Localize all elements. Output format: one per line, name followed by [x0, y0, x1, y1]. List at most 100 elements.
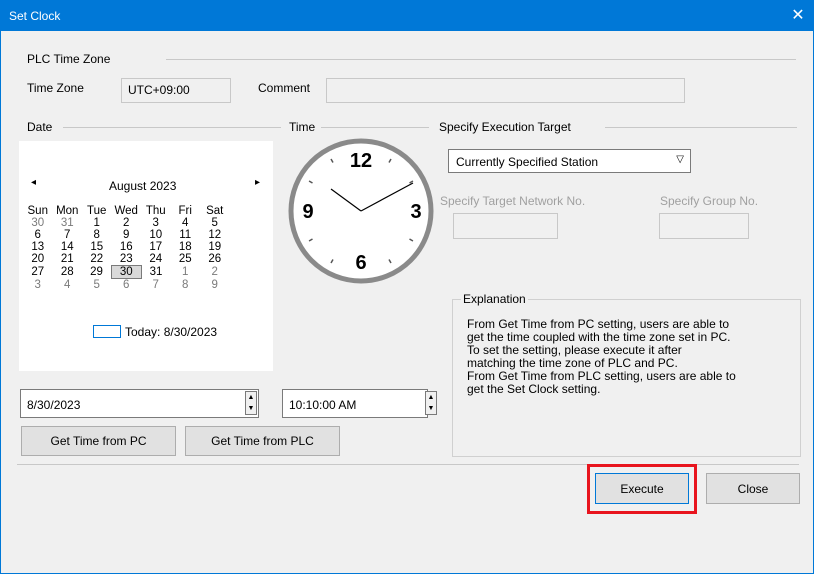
window-title: Set Clock: [9, 9, 61, 23]
spin-down-icon[interactable]: ▼: [426, 403, 436, 414]
calendar-day[interactable]: 13: [23, 241, 53, 253]
calendar-day[interactable]: 19: [200, 241, 230, 253]
explanation-line: get the Set Clock setting.: [467, 382, 601, 396]
weekday-header: Fri: [178, 205, 192, 217]
calendar-day[interactable]: 23: [112, 253, 142, 266]
calendar-day[interactable]: 27: [23, 266, 53, 279]
get-time-from-plc-button[interactable]: Get Time from PLC: [185, 426, 340, 456]
calendar-day[interactable]: 4: [53, 279, 83, 292]
weekday-header: Tue: [87, 205, 107, 217]
clock-number-3: 3: [410, 201, 421, 223]
calendar-day[interactable]: 17: [141, 241, 171, 253]
calendar-day[interactable]: 12: [200, 229, 230, 241]
calendar-day[interactable]: 5: [200, 217, 230, 229]
calendar-day[interactable]: 29: [82, 266, 112, 279]
analog-clock: 12 3 6 9: [288, 138, 434, 284]
weekday-header: Sat: [206, 205, 224, 217]
time-zone-label: Time Zone: [27, 81, 84, 95]
calendar-day[interactable]: 22: [82, 253, 112, 266]
execute-button[interactable]: Execute: [595, 473, 689, 504]
calendar-day[interactable]: 9: [112, 229, 142, 241]
comment-field: [326, 78, 685, 103]
calendar-day[interactable]: 20: [23, 253, 53, 266]
target-network-label: Specify Target Network No.: [440, 194, 586, 208]
calendar-day[interactable]: 2: [112, 217, 142, 229]
calendar-day[interactable]: 14: [53, 241, 83, 253]
chevron-down-icon[interactable]: ▽: [676, 154, 684, 165]
calendar-day[interactable]: 1: [82, 217, 112, 229]
plc-time-zone-divider: [166, 59, 796, 60]
calendar-day[interactable]: 6: [23, 229, 53, 241]
date-group-label: Date: [27, 120, 59, 134]
weekday-header: Wed: [114, 205, 138, 217]
execution-target-value: Currently Specified Station: [456, 155, 599, 169]
explanation-text: From Get Time from PC setting, users are…: [467, 318, 797, 396]
time-zone-field: UTC+09:00: [121, 78, 231, 103]
plc-time-zone-group-label: PLC Time Zone: [27, 52, 117, 66]
calendar-day[interactable]: 24: [141, 253, 171, 266]
calendar-day[interactable]: 18: [171, 241, 201, 253]
calendar-day[interactable]: 6: [112, 279, 142, 292]
spin-down-icon[interactable]: ▼: [246, 403, 256, 414]
get-time-from-pc-button[interactable]: Get Time from PC: [21, 426, 176, 456]
calendar-day[interactable]: 31: [141, 266, 171, 279]
calendar-day[interactable]: 3: [141, 217, 171, 229]
calendar-day[interactable]: 2: [200, 266, 230, 279]
calendar-day[interactable]: 1: [171, 266, 201, 279]
calendar-day[interactable]: 7: [141, 279, 171, 292]
calendar-day[interactable]: 28: [53, 266, 83, 279]
date-divider: [63, 127, 281, 128]
close-window-icon[interactable]: ✕: [783, 1, 813, 31]
calendar-grid: Sun Mon Tue Wed Thu Fri Sat 30 31 1 2 3 4 5 6 7 8 9 10 11 1…: [23, 205, 230, 291]
calendar-day[interactable]: 30: [111, 265, 142, 279]
group-no-field: [659, 213, 749, 239]
time-field[interactable]: 10:10:00 AM: [282, 389, 428, 418]
explanation-label: Explanation: [461, 292, 528, 306]
calendar-day[interactable]: 26: [200, 253, 230, 266]
calendar-day[interactable]: 5: [82, 279, 112, 292]
calendar-next-icon[interactable]: ▸: [255, 177, 260, 188]
date-spinner[interactable]: ▲ ▼: [245, 391, 257, 415]
execution-target-select[interactable]: Currently Specified Station ▽: [448, 149, 691, 173]
explanation-group: Explanation From Get Time from PC settin…: [452, 292, 801, 457]
close-button[interactable]: Close: [706, 473, 800, 504]
calendar-day[interactable]: 4: [171, 217, 201, 229]
target-network-field: [453, 213, 558, 239]
calendar-day[interactable]: 8: [82, 229, 112, 241]
weekday-header: Mon: [56, 205, 79, 217]
set-clock-dialog: Set Clock ✕ PLC Time Zone Time Zone UTC+…: [0, 0, 814, 574]
calendar-day[interactable]: 30: [23, 217, 53, 229]
time-divider: [319, 127, 429, 128]
calendar-day[interactable]: 31: [53, 217, 83, 229]
calendar-day[interactable]: 10: [141, 229, 171, 241]
calendar-day[interactable]: 16: [112, 241, 142, 253]
spin-up-icon[interactable]: ▲: [426, 392, 436, 403]
spin-up-icon[interactable]: ▲: [246, 392, 256, 403]
clock-number-9: 9: [302, 201, 313, 223]
calendar-prev-icon[interactable]: ◂: [31, 177, 36, 188]
title-bar[interactable]: Set Clock ✕: [1, 1, 813, 31]
group-no-label: Specify Group No.: [660, 194, 759, 208]
weekday-header: Thu: [145, 205, 166, 217]
execution-target-group-label: Specify Execution Target: [439, 120, 577, 134]
date-field[interactable]: 8/30/2023: [20, 389, 259, 418]
comment-label: Comment: [258, 81, 311, 95]
calendar-day[interactable]: 25: [171, 253, 201, 266]
time-group-label: Time: [289, 120, 322, 134]
calendar-day[interactable]: 9: [200, 279, 230, 292]
calendar-day[interactable]: 11: [171, 229, 201, 241]
calendar[interactable]: ◂ August 2023 ▸ Sun Mon Tue Wed Thu Fri Sat 30…: [19, 141, 273, 371]
calendar-day[interactable]: 3: [23, 279, 53, 292]
weekday-header: Sun: [27, 205, 48, 217]
calendar-day[interactable]: 21: [53, 253, 83, 266]
calendar-today-label[interactable]: Today: 8/30/2023: [125, 325, 217, 339]
clock-number-6: 6: [355, 252, 366, 274]
calendar-day[interactable]: 7: [53, 229, 83, 241]
calendar-day[interactable]: 15: [82, 241, 112, 253]
today-marker-icon: [93, 325, 121, 338]
clock-number-12: 12: [350, 150, 372, 172]
calendar-month-title[interactable]: August 2023: [109, 179, 176, 193]
execution-target-divider: [605, 127, 797, 128]
time-spinner[interactable]: ▲ ▼: [425, 391, 437, 415]
calendar-day[interactable]: 8: [171, 279, 201, 292]
